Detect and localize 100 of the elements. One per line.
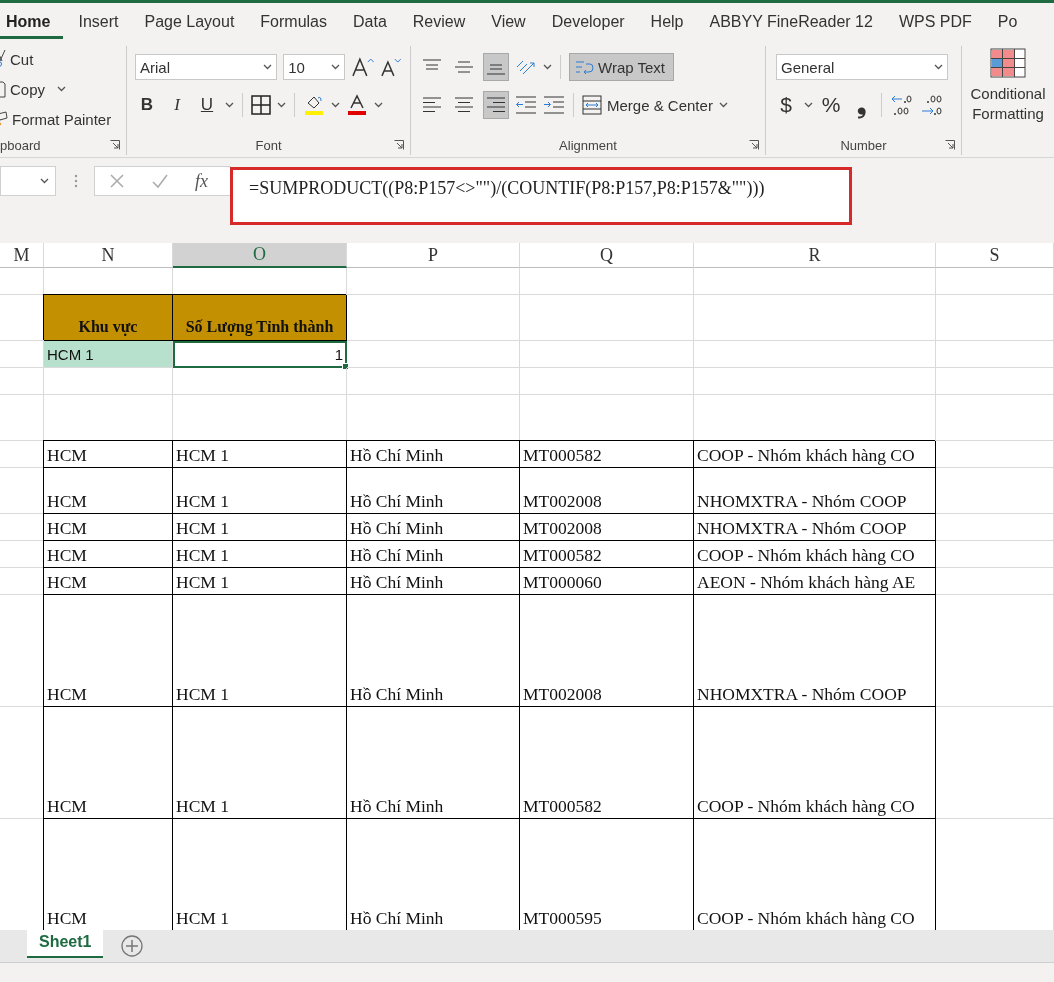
column-header[interactable]: M bbox=[0, 243, 44, 268]
decrease-decimal-icon[interactable] bbox=[920, 93, 944, 117]
dialog-launcher-icon[interactable] bbox=[749, 140, 759, 150]
caret-icon[interactable] bbox=[225, 102, 234, 108]
table-cell: HCM 1 bbox=[173, 568, 347, 595]
font-name-dropdown[interactable]: Arial bbox=[135, 54, 278, 80]
table-cell: HCM bbox=[44, 568, 173, 595]
table-cell: Hồ Chí Minh bbox=[347, 468, 520, 514]
group-label: Alignment bbox=[559, 137, 617, 153]
sheet-tab[interactable]: Sheet1 bbox=[27, 930, 104, 958]
currency-button[interactable]: $ bbox=[774, 93, 798, 117]
table-cell: HCM bbox=[44, 707, 173, 819]
decrease-indent-icon[interactable] bbox=[515, 96, 537, 114]
caret-icon[interactable] bbox=[277, 102, 286, 108]
table-cell: HCM 1 bbox=[173, 514, 347, 541]
align-lines-icon bbox=[454, 97, 474, 113]
table-cell: HCM 1 bbox=[44, 341, 173, 368]
copy-button[interactable]: Copy bbox=[0, 76, 46, 102]
number-format-dropdown[interactable]: General bbox=[776, 54, 948, 80]
table-cell: MT000582 bbox=[520, 707, 694, 819]
table-cell: MT000060 bbox=[520, 568, 694, 595]
font-size-dropdown[interactable]: 10 bbox=[283, 54, 345, 80]
conditional-formatting-icon bbox=[990, 48, 1026, 78]
increase-font-size-icon[interactable] bbox=[350, 56, 375, 78]
table-cell: NHOMXTRA - Nhóm COOP bbox=[694, 514, 936, 541]
table-cell: MT002008 bbox=[520, 595, 694, 707]
ribbon-tab[interactable]: Po bbox=[984, 6, 1031, 39]
align-lines-icon bbox=[422, 97, 442, 113]
header-cell: Số Lượng Tỉnh thành bbox=[173, 295, 347, 341]
drag-handle-icon[interactable] bbox=[74, 173, 78, 189]
check-icon[interactable] bbox=[151, 173, 169, 189]
bold-button[interactable]: B bbox=[135, 95, 159, 115]
underline-button[interactable]: U bbox=[195, 95, 219, 115]
merge-cells-icon bbox=[582, 95, 602, 115]
caret-icon[interactable] bbox=[57, 86, 67, 92]
wrap-text-button[interactable]: Wrap Text bbox=[569, 53, 674, 81]
table-cell: MT002008 bbox=[520, 468, 694, 514]
caret-icon[interactable] bbox=[804, 102, 813, 108]
column-header[interactable]: Q bbox=[520, 243, 694, 268]
column-header[interactable]: S bbox=[936, 243, 1054, 268]
table-cell: MT000582 bbox=[520, 541, 694, 568]
table-cell: HCM bbox=[44, 468, 173, 514]
ribbon-tab[interactable]: Review bbox=[399, 6, 479, 39]
ribbon-tab[interactable]: Formulas bbox=[247, 6, 340, 39]
merge-center-button[interactable]: Merge & Center bbox=[582, 95, 713, 115]
align-lines-icon bbox=[486, 97, 506, 113]
table-cell: COOP - Nhóm khách hàng CO bbox=[694, 541, 936, 568]
ribbon-tab[interactable]: Insert bbox=[65, 6, 132, 39]
empty-cell bbox=[0, 395, 44, 441]
percent-button[interactable]: % bbox=[819, 93, 843, 117]
conditional-formatting-button[interactable]: Conditional Formatting bbox=[965, 48, 1051, 124]
caret-icon[interactable] bbox=[374, 102, 383, 108]
fill-handle[interactable] bbox=[342, 363, 349, 370]
caret-icon[interactable] bbox=[331, 102, 340, 108]
dialog-launcher-icon[interactable] bbox=[110, 140, 120, 150]
ribbon-tab[interactable]: WPS PDF bbox=[885, 6, 985, 39]
horizontal-align-button[interactable] bbox=[483, 91, 509, 119]
increase-indent-icon[interactable] bbox=[543, 96, 565, 114]
caret-icon[interactable] bbox=[718, 102, 728, 108]
formula-input[interactable]: =SUMPRODUCT((P8:P157<>"")/(COUNTIF(P8:P157,P8:P157&""))) bbox=[230, 167, 852, 225]
column-header[interactable]: O bbox=[173, 243, 347, 268]
caret-icon[interactable] bbox=[263, 64, 273, 70]
increase-decimal-icon[interactable] bbox=[890, 93, 914, 117]
format-painter-button[interactable]: Format Painter bbox=[0, 106, 126, 132]
insert-function-button[interactable]: fx bbox=[195, 170, 208, 192]
borders-icon[interactable] bbox=[251, 95, 271, 115]
table-cell: HCM 1 bbox=[173, 707, 347, 819]
comma-style-button[interactable]: ❟ bbox=[849, 91, 873, 119]
column-header[interactable]: R bbox=[694, 243, 936, 268]
ribbon-tab[interactable]: ABBYY FineReader 12 bbox=[696, 6, 886, 39]
ribbon-tab[interactable]: Data bbox=[340, 6, 400, 39]
ribbon-tab[interactable]: Developer bbox=[538, 6, 638, 39]
table-cell: Hồ Chí Minh bbox=[347, 595, 520, 707]
table-cell: 1 bbox=[173, 341, 347, 368]
font-color-icon[interactable] bbox=[346, 94, 368, 116]
ribbon-tab[interactable]: View bbox=[478, 6, 539, 39]
ribbon-tab[interactable]: Home bbox=[0, 6, 64, 39]
decrease-font-size-icon[interactable] bbox=[380, 56, 402, 78]
table-cell: Hồ Chí Minh bbox=[347, 541, 520, 568]
empty-cell bbox=[0, 368, 44, 395]
ribbon-tab[interactable]: Page Layout bbox=[131, 6, 248, 39]
table-cell: HCM 1 bbox=[173, 468, 347, 514]
group-label: Number bbox=[840, 137, 887, 153]
table-cell: AEON - Nhóm khách hàng AE bbox=[694, 568, 936, 595]
table-cell: Hồ Chí Minh bbox=[347, 514, 520, 541]
cut-button[interactable]: Cut bbox=[0, 46, 126, 72]
add-sheet-icon[interactable] bbox=[121, 935, 144, 957]
column-header[interactable]: P bbox=[347, 243, 520, 268]
fill-color-icon[interactable] bbox=[303, 94, 325, 116]
dialog-launcher-icon[interactable] bbox=[394, 140, 404, 150]
caret-icon[interactable] bbox=[934, 64, 943, 70]
dialog-launcher-icon[interactable] bbox=[945, 140, 955, 150]
table-cell: HCM 1 bbox=[173, 441, 347, 468]
italic-button[interactable]: I bbox=[165, 95, 189, 115]
table-cell: Hồ Chí Minh bbox=[347, 707, 520, 819]
table-cell: Hồ Chí Minh bbox=[347, 568, 520, 595]
ribbon-tab[interactable]: Help bbox=[637, 6, 697, 39]
caret-icon[interactable] bbox=[543, 64, 552, 70]
caret-icon[interactable] bbox=[40, 178, 49, 184]
caret-icon[interactable] bbox=[330, 64, 340, 70]
